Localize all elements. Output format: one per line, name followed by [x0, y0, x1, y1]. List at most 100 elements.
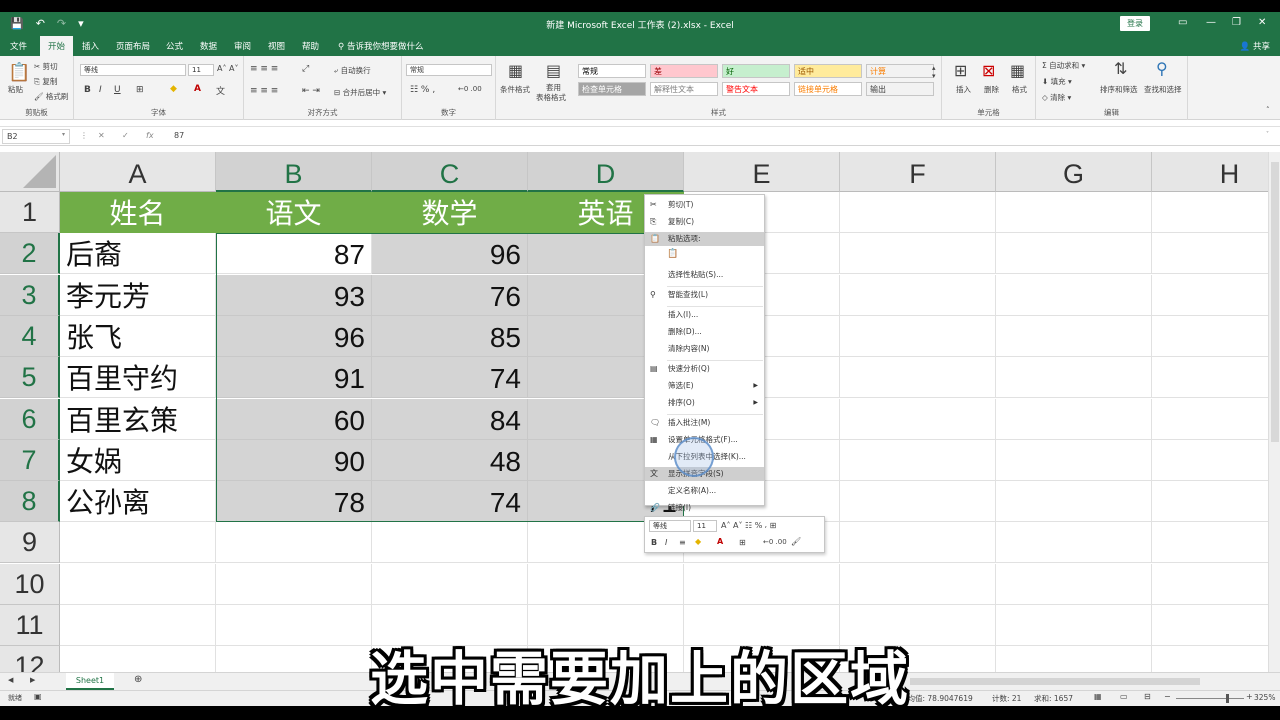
column-header-a[interactable]: A	[60, 152, 216, 192]
empty-cell[interactable]	[216, 563, 372, 605]
tab-help[interactable]: 帮助	[302, 40, 319, 52]
context-menu-item[interactable]: ⎘ 复制(C)	[645, 215, 764, 229]
mini-font-color-icon[interactable]: A	[717, 537, 723, 546]
column-header-d[interactable]: D	[528, 152, 684, 192]
empty-cell[interactable]	[840, 274, 996, 316]
mini-border-icon[interactable]: ⊞	[739, 538, 746, 547]
column-header-f[interactable]: F	[840, 152, 996, 192]
cut-button[interactable]: ✂ 剪切	[34, 61, 58, 72]
context-menu-item[interactable]: 排序(O) ▶	[645, 396, 764, 410]
empty-cell[interactable]	[60, 563, 216, 605]
context-menu-item[interactable]: 删除(D)...	[645, 325, 764, 339]
styles-scroll-icon[interactable]: ▴ ▾	[932, 64, 936, 80]
empty-cell[interactable]	[60, 522, 216, 564]
paste-icon[interactable]: 📋	[8, 62, 30, 83]
cell-style-2[interactable]: 好	[722, 64, 790, 78]
tab-review[interactable]: 审阅	[234, 40, 251, 52]
mini-grow-shrink-icon[interactable]: A˄ A˅ ☷ % ⸴ ⊞	[721, 520, 776, 531]
format-painter-button[interactable]: 🖌 格式刷	[34, 91, 68, 102]
mini-fill-icon[interactable]: ◆	[695, 537, 701, 546]
cell-style-3[interactable]: 适中	[794, 64, 862, 78]
context-menu-item[interactable]: ▤ 快速分析(Q)	[645, 362, 764, 376]
score-cell[interactable]: 84	[372, 398, 528, 440]
share-button[interactable]: 👤 共享	[1240, 40, 1270, 52]
scroll-thumb[interactable]	[1271, 162, 1279, 442]
empty-cell[interactable]	[996, 563, 1152, 605]
cell-style-9[interactable]: 输出	[866, 82, 934, 96]
formula-input[interactable]: 87	[174, 131, 184, 140]
mini-align-icon[interactable]: ≡	[679, 538, 686, 547]
insert-cells-icon[interactable]: ⊞	[954, 61, 967, 80]
cell-style-8[interactable]: 链接单元格	[794, 82, 862, 96]
expand-formula-icon[interactable]: ˅	[1266, 131, 1269, 138]
mini-format-painter-icon[interactable]: 🖌	[791, 537, 801, 546]
empty-cell[interactable]	[996, 315, 1152, 357]
context-menu-item[interactable]: 筛选(E) ▶	[645, 379, 764, 393]
column-header-b[interactable]: B	[216, 152, 372, 192]
mini-italic-icon[interactable]: I	[665, 538, 667, 547]
align-left-icon[interactable]: ≡ ≡ ≡	[250, 86, 278, 96]
score-cell[interactable]: 85	[372, 315, 528, 357]
column-header-c[interactable]: C	[372, 152, 528, 192]
empty-cell[interactable]	[840, 192, 996, 233]
vertical-scrollbar[interactable]	[1268, 152, 1280, 672]
empty-cell[interactable]	[996, 522, 1152, 564]
collapse-ribbon-icon[interactable]: ˄	[1266, 106, 1270, 114]
mini-size-select[interactable]: 11	[693, 520, 717, 532]
name-cell[interactable]: 百里玄策	[60, 398, 216, 440]
column-header-g[interactable]: G	[996, 152, 1152, 192]
empty-cell[interactable]	[996, 398, 1152, 440]
minimize-icon[interactable]: —	[1206, 17, 1216, 28]
context-menu-item[interactable]: 🔗 链接(I)	[645, 501, 764, 515]
empty-cell[interactable]	[1152, 192, 1268, 233]
empty-cell[interactable]	[840, 522, 996, 564]
column-header-h[interactable]: H	[1152, 152, 1268, 192]
row-header-1[interactable]: 1	[0, 192, 60, 233]
row-header-10[interactable]: 10	[0, 563, 60, 605]
fill-button[interactable]: ⬇ 填充 ▾	[1042, 76, 1072, 87]
wrap-text-button[interactable]: ⤶ 自动换行	[334, 65, 371, 76]
tab-page-layout[interactable]: 页面布局	[116, 40, 150, 52]
context-menu-item[interactable]: 插入(I)...	[645, 308, 764, 322]
close-icon[interactable]: ✕	[1258, 17, 1266, 28]
row-header-3[interactable]: 3	[0, 274, 60, 316]
tab-view[interactable]: 视图	[268, 40, 285, 52]
name-cell[interactable]: 百里守约	[60, 357, 216, 399]
context-menu-item[interactable]: 清除内容(N)	[645, 342, 764, 356]
score-cell[interactable]: 76	[372, 274, 528, 316]
paste-option-icon[interactable]: 📋	[667, 249, 678, 259]
cell-style-1[interactable]: 差	[650, 64, 718, 78]
insert-function-icon[interactable]: fx	[146, 131, 154, 140]
score-cell[interactable]: 78	[216, 481, 372, 523]
score-cell[interactable]: 93	[216, 274, 372, 316]
empty-cell[interactable]	[996, 274, 1152, 316]
underline-icon[interactable]: U	[114, 85, 121, 95]
name-cell[interactable]: 张飞	[60, 315, 216, 357]
empty-cell[interactable]	[1152, 275, 1268, 316]
name-cell[interactable]: 后裔	[60, 233, 216, 275]
cell-style-6[interactable]: 解释性文本	[650, 82, 718, 96]
row-header-4[interactable]: 4	[0, 315, 60, 357]
context-menu-item[interactable]: ⚲ 智能查找(L)	[645, 288, 764, 302]
empty-cell[interactable]	[996, 357, 1152, 399]
merge-center-button[interactable]: ⊟ 合并后居中 ▾	[334, 87, 386, 98]
cancel-icon[interactable]: ✕	[98, 131, 105, 140]
format-as-table-icon[interactable]: ▤	[546, 61, 561, 80]
empty-cell[interactable]	[840, 233, 996, 275]
cell-style-0[interactable]: 常规	[578, 64, 646, 78]
align-top-icon[interactable]: ≡ ≡ ≡	[250, 64, 278, 74]
row-header-7[interactable]: 7	[0, 439, 60, 481]
score-cell[interactable]: 74	[372, 481, 528, 523]
cell-style-4[interactable]: 计算	[866, 64, 934, 78]
score-cell[interactable]: 96	[372, 233, 528, 275]
phonetic-guide-icon[interactable]: 文	[216, 84, 225, 97]
empty-cell[interactable]	[996, 192, 1152, 233]
copy-button[interactable]: ⎘ 复制	[34, 76, 57, 87]
accounting-format-icon[interactable]: ☷ % ,	[410, 85, 435, 95]
context-menu-item[interactable]: 📋 粘贴选项:	[645, 232, 764, 246]
empty-cell[interactable]	[996, 233, 1152, 275]
empty-cell[interactable]	[372, 563, 528, 605]
empty-cell[interactable]	[528, 563, 684, 605]
context-menu-item[interactable]: ✂ 剪切(T)	[645, 198, 764, 212]
tab-formulas[interactable]: 公式	[166, 40, 183, 52]
